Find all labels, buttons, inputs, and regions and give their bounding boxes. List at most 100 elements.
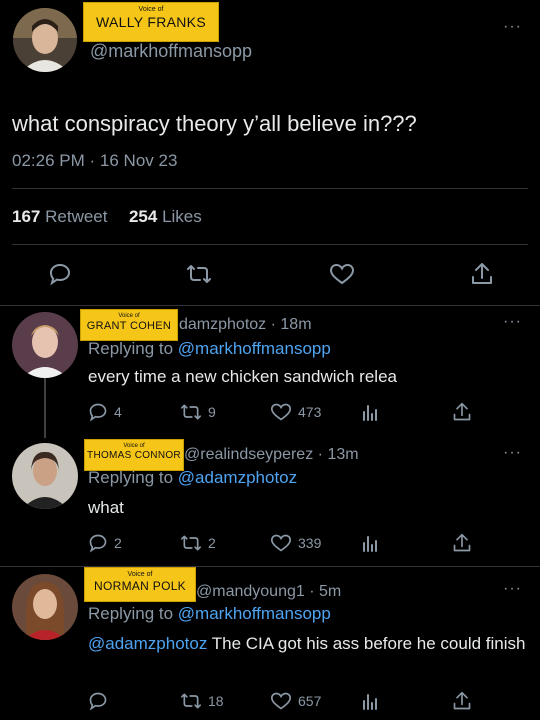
reply-author-meta: @mandyoung1 · 5m bbox=[196, 583, 341, 601]
retweet-button[interactable]: 18 bbox=[180, 691, 224, 711]
like-button[interactable]: 473 bbox=[270, 402, 321, 422]
views-button[interactable] bbox=[360, 691, 380, 711]
reply-icon bbox=[89, 692, 107, 711]
reply-author-meta: damzphotoz · 18m bbox=[179, 316, 312, 334]
like-icon bbox=[270, 534, 292, 552]
divider bbox=[12, 188, 528, 189]
replying-label: Replying to bbox=[88, 604, 174, 623]
replying-handle-link[interactable]: @markhoffmansopp bbox=[178, 339, 331, 358]
reply-author-meta: @realindseyperez · 13m bbox=[184, 446, 359, 464]
divider bbox=[0, 305, 540, 306]
reply-age: 18m bbox=[280, 316, 312, 333]
separator-dot: · bbox=[270, 316, 276, 333]
nameplate-name: WALLY FRANKS bbox=[96, 14, 206, 30]
mention-link[interactable]: @adamzphotoz bbox=[88, 634, 207, 653]
retweet-button[interactable] bbox=[186, 262, 212, 286]
reply-age: 5m bbox=[319, 583, 342, 600]
nameplate-small-label: Voice of bbox=[123, 443, 145, 449]
views-icon bbox=[363, 405, 377, 421]
like-button[interactable]: 339 bbox=[270, 533, 321, 553]
like-button[interactable]: 657 bbox=[270, 691, 321, 711]
reply-icon bbox=[89, 403, 107, 422]
retweet-icon bbox=[187, 265, 211, 283]
share-button[interactable] bbox=[452, 690, 472, 712]
author-handle[interactable]: damzphotoz bbox=[179, 316, 266, 333]
share-icon bbox=[453, 533, 471, 552]
share-button[interactable] bbox=[470, 261, 494, 287]
retweet-count[interactable]: 167 bbox=[12, 207, 40, 226]
reply-body: @adamzphotoz The CIA got his ass before … bbox=[88, 633, 528, 655]
likes-label[interactable]: Likes bbox=[162, 207, 202, 226]
separator-dot: · bbox=[317, 446, 323, 463]
reply-count: 4 bbox=[114, 404, 122, 420]
replying-handle-link[interactable]: @adamzphotoz bbox=[178, 468, 297, 487]
author-handle[interactable]: @markhoffmansopp bbox=[90, 41, 252, 62]
nameplate-small-label: Voice of bbox=[127, 571, 153, 578]
engagement-stats: 167 Retweet 254 Likes bbox=[12, 207, 202, 227]
reply-age: 13m bbox=[327, 446, 359, 463]
reply-text: The CIA got his ass before he could fini… bbox=[211, 634, 526, 653]
reply-icon bbox=[49, 263, 71, 286]
more-icon[interactable]: ··· bbox=[503, 313, 522, 331]
retweet-label[interactable]: Retweet bbox=[45, 207, 107, 226]
replying-to: Replying to @markhoffmansopp bbox=[88, 604, 331, 624]
thread-line bbox=[44, 378, 46, 438]
author-handle[interactable]: @realindseyperez bbox=[184, 446, 313, 463]
share-button[interactable] bbox=[452, 401, 472, 423]
share-icon bbox=[453, 691, 471, 710]
retweet-count: 18 bbox=[208, 693, 224, 709]
retweet-icon bbox=[180, 535, 201, 551]
reply-button[interactable] bbox=[48, 262, 72, 286]
views-icon bbox=[363, 694, 377, 710]
like-icon bbox=[270, 403, 292, 421]
avatar[interactable] bbox=[12, 574, 78, 640]
retweet-count: 9 bbox=[208, 404, 216, 420]
voice-of-nameplate: Voice of GRANT COHEN bbox=[80, 309, 178, 341]
avatar[interactable] bbox=[13, 8, 77, 72]
share-icon bbox=[472, 263, 492, 284]
reply-count: 2 bbox=[114, 535, 122, 551]
separator-dot: · bbox=[89, 151, 96, 170]
reply-button[interactable]: 2 bbox=[88, 533, 122, 553]
like-count: 657 bbox=[298, 693, 322, 709]
nameplate-name: THOMAS CONNOR bbox=[87, 450, 181, 461]
avatar[interactable] bbox=[12, 443, 78, 509]
tweet-text: what conspiracy theory y’all believe in?… bbox=[12, 111, 417, 136]
more-icon[interactable]: ··· bbox=[503, 580, 522, 598]
avatar[interactable] bbox=[12, 312, 78, 378]
like-button[interactable] bbox=[329, 262, 355, 286]
replying-handle-link[interactable]: @markhoffmansopp bbox=[178, 604, 331, 623]
retweet-button[interactable]: 9 bbox=[180, 402, 216, 422]
replying-to: Replying to @markhoffmansopp bbox=[88, 339, 331, 359]
reply-button[interactable]: 4 bbox=[88, 402, 122, 422]
replying-to: Replying to @adamzphotoz bbox=[88, 468, 297, 488]
divider bbox=[0, 566, 540, 567]
views-button[interactable] bbox=[360, 533, 380, 553]
nameplate-name: NORMAN POLK bbox=[94, 579, 186, 593]
like-count: 339 bbox=[298, 535, 322, 551]
views-icon bbox=[363, 536, 377, 552]
like-icon bbox=[270, 692, 292, 710]
more-icon[interactable]: ··· bbox=[503, 18, 522, 36]
nameplate-name: GRANT COHEN bbox=[86, 320, 172, 332]
reply-text: every time a new chicken sandwich relea bbox=[88, 367, 397, 386]
more-icon[interactable]: ··· bbox=[503, 444, 522, 462]
retweet-icon bbox=[180, 693, 201, 709]
voice-of-nameplate: Voice of THOMAS CONNOR bbox=[84, 439, 184, 471]
likes-count[interactable]: 254 bbox=[129, 207, 157, 226]
author-handle[interactable]: @mandyoung1 bbox=[196, 583, 305, 600]
reply-button[interactable] bbox=[88, 691, 114, 711]
voice-of-nameplate: Voice of NORMAN POLK bbox=[84, 567, 196, 602]
replying-label: Replying to bbox=[88, 468, 174, 487]
reply-icon bbox=[89, 534, 107, 553]
retweet-icon bbox=[180, 404, 201, 420]
retweet-button[interactable]: 2 bbox=[180, 533, 216, 553]
replying-label: Replying to bbox=[88, 339, 174, 358]
separator-dot: · bbox=[309, 583, 315, 600]
share-icon bbox=[453, 402, 471, 421]
tweet-date: 16 Nov 23 bbox=[99, 151, 178, 170]
tweet-time: 02:26 PM bbox=[12, 151, 85, 170]
share-button[interactable] bbox=[452, 532, 472, 554]
nameplate-small-label: Voice of bbox=[138, 6, 164, 13]
views-button[interactable] bbox=[360, 402, 380, 422]
